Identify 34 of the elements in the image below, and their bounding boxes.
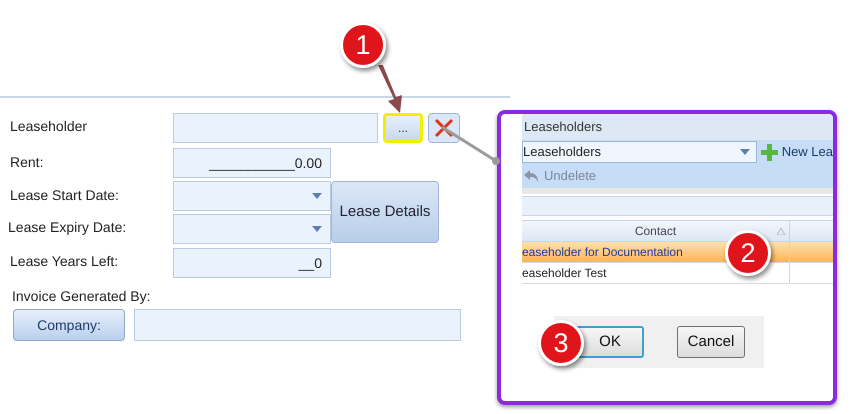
step-number-badge: 1 [340, 22, 386, 68]
field-label: Lease Expiry Date: [8, 218, 128, 237]
input-field[interactable] [173, 181, 331, 211]
dropdown-arrow-icon [312, 193, 322, 199]
search-bar[interactable] [522, 196, 833, 216]
input-field[interactable]: ___________0.00 [173, 148, 331, 178]
section-label: Invoice Generated By: [12, 287, 152, 306]
dropdown-arrow-icon [740, 149, 750, 155]
table-row[interactable]: easeholder Test [522, 263, 833, 284]
field-label: Leaseholder [10, 117, 88, 136]
field-value: __0 [298, 254, 322, 273]
clear-button[interactable] [428, 113, 460, 143]
field-label: Lease Start Date: [10, 186, 120, 205]
input-field[interactable] [173, 113, 378, 143]
input-field[interactable] [134, 309, 461, 341]
input-field[interactable]: __0 [173, 248, 331, 278]
field-label: Lease Years Left: [10, 252, 120, 271]
plus-icon [760, 144, 778, 160]
new-button[interactable]: New Lea [760, 142, 833, 162]
browse-button[interactable]: ... [383, 113, 423, 143]
undo-arrow-icon [524, 170, 538, 182]
field-value: ___________0.00 [209, 154, 322, 173]
company-button[interactable]: Company: [13, 309, 125, 341]
window-title: Leaseholders [524, 118, 602, 136]
sort-triangle-icon [777, 228, 785, 234]
dialog-button[interactable]: OK [576, 326, 644, 358]
close-icon [434, 118, 454, 138]
dropdown-arrow-icon [312, 226, 322, 232]
dialog-button[interactable]: Cancel [677, 326, 745, 358]
view-dropdown[interactable]: Leaseholders [522, 141, 757, 163]
field-label: Rent: [10, 153, 44, 172]
input-field[interactable] [173, 214, 331, 244]
lease-details-button[interactable]: Lease Details [331, 181, 439, 243]
connector-line [440, 125, 502, 167]
